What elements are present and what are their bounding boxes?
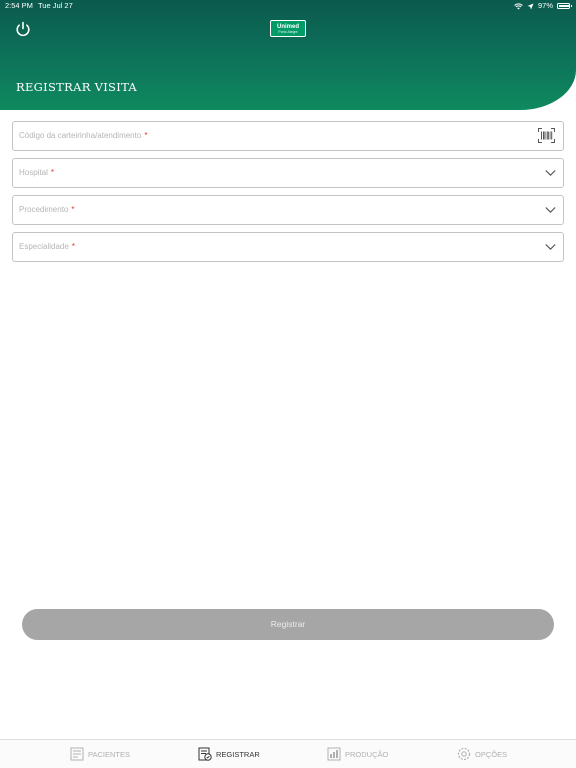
hospital-select[interactable]: Hospital * (12, 158, 564, 188)
production-icon (327, 747, 341, 761)
header: 2:54 PM Tue Jul 27 97% Unimed Porto Aleg… (0, 0, 576, 110)
register-button[interactable]: Registrar (22, 609, 554, 640)
tab-patients-label: PACIENTES (88, 749, 130, 759)
tab-options[interactable]: OPÇÕES (457, 740, 507, 768)
status-time: 2:54 PM (5, 1, 33, 10)
unimed-logo: Unimed Porto Alegre (270, 20, 306, 37)
tab-register[interactable]: REGISTRAR (198, 740, 260, 768)
page-title: REGISTRAR VISITA (16, 80, 138, 94)
specialty-placeholder: Especialidade * (19, 242, 75, 251)
battery-icon (557, 3, 572, 9)
battery-percent: 97% (537, 1, 553, 10)
procedure-placeholder: Procedimento * (19, 205, 75, 214)
register-visit-screen: 2:54 PM Tue Jul 27 97% Unimed Porto Aleg… (0, 0, 576, 768)
options-icon (457, 747, 471, 761)
status-date: Tue Jul 27 (38, 1, 73, 10)
required-mark: * (71, 242, 75, 251)
tab-options-label: OPÇÕES (475, 749, 508, 759)
chevron-down-icon (545, 170, 556, 177)
card-code-field[interactable]: Código da carteirinha/atendimento * (12, 121, 564, 151)
required-mark: * (50, 168, 55, 177)
specialty-select[interactable]: Especialidade * (12, 232, 564, 262)
tab-register-label: REGISTRAR (216, 749, 260, 759)
chevron-down-icon (545, 207, 556, 214)
required-mark: * (144, 131, 148, 140)
location-arrow-icon (527, 3, 534, 9)
procedure-select[interactable]: Procedimento * (12, 195, 564, 225)
tab-production-label: PRODUÇÃO (345, 749, 389, 759)
status-bar: 2:54 PM Tue Jul 27 97% (0, 0, 576, 12)
patients-icon (70, 747, 84, 761)
card-code-placeholder: Código da carteirinha/atendimento * (19, 131, 148, 140)
barcode-scan-icon[interactable] (538, 128, 555, 143)
wifi-icon (514, 2, 523, 9)
tab-bar: PACIENTES REGISTRAR PRODUÇÃO OPÇÕES (0, 739, 576, 768)
power-icon[interactable] (14, 20, 32, 38)
required-mark: * (71, 205, 75, 214)
tab-production[interactable]: PRODUÇÃO (327, 740, 388, 768)
register-icon (198, 747, 212, 761)
logo-subtext: Porto Alegre (278, 30, 298, 34)
tab-patients[interactable]: PACIENTES (70, 740, 130, 768)
hospital-placeholder: Hospital * (19, 168, 55, 177)
chevron-down-icon (545, 244, 556, 251)
status-indicators: 97% (514, 0, 572, 12)
